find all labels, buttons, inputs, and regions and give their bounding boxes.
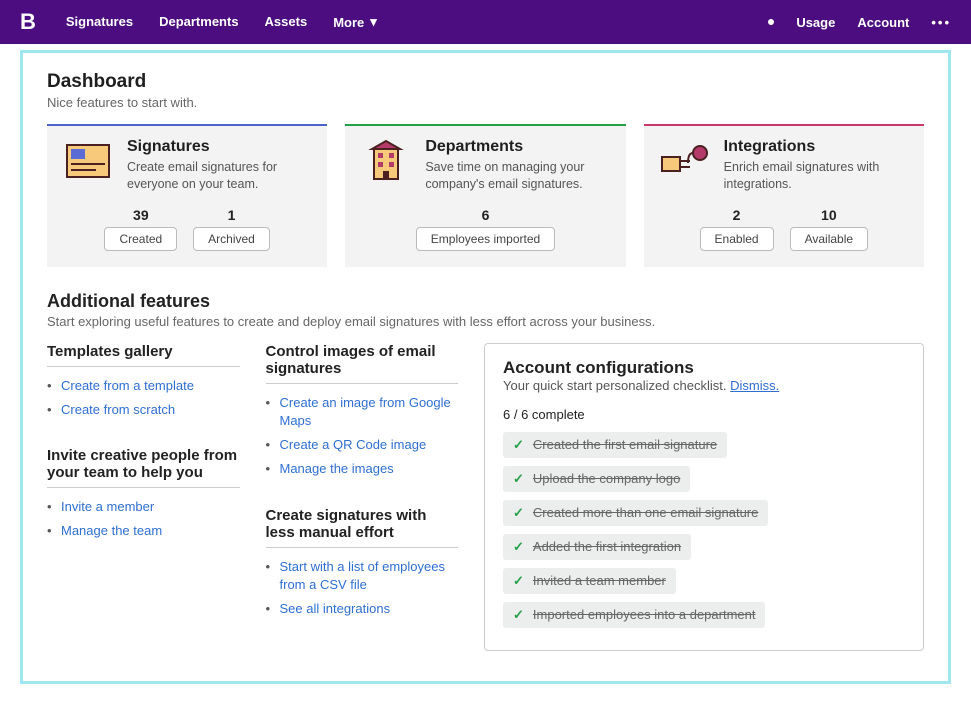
topbar: B Signatures Departments Assets More▾ Us… (0, 0, 971, 44)
link-qr-code[interactable]: Create a QR Code image (280, 437, 427, 452)
block-templates: Templates gallery Create from a template… (47, 343, 240, 425)
check-item: ✓ Added the first integration (503, 534, 691, 560)
link-image-maps[interactable]: Create an image from Google Maps (280, 395, 451, 428)
check-icon: ✓ (513, 539, 524, 555)
link-manage-team[interactable]: Manage the team (61, 523, 162, 538)
nav-departments[interactable]: Departments (159, 14, 238, 30)
card-desc: Save time on managing your company's ema… (425, 159, 609, 193)
check-text: Added the first integration (533, 539, 681, 554)
block-images: Control images of email signatures Creat… (266, 343, 459, 485)
stat-created: 39 Created (104, 207, 177, 251)
stat-num: 39 (104, 207, 177, 223)
nav: Signatures Departments Assets More▾ (66, 14, 377, 30)
check-item: ✓ Created the first email signature (503, 432, 727, 458)
check-icon: ✓ (513, 437, 524, 453)
stat-label[interactable]: Created (104, 227, 177, 251)
stat-archived: 1 Archived (193, 207, 270, 251)
stat-num: 6 (416, 207, 555, 223)
block-effort: Create signatures with less manual effor… (266, 507, 459, 625)
caret-down-icon: ▾ (370, 14, 377, 30)
card-title: Integrations (724, 138, 908, 156)
card-integrations[interactable]: Integrations Enrich email signatures wit… (644, 124, 924, 267)
stat-label[interactable]: Enabled (700, 227, 774, 251)
card-title: Departments (425, 138, 609, 156)
config-title: Account configurations (503, 358, 905, 378)
check-text: Created more than one email signature (533, 505, 758, 520)
block-title: Control images of email signatures (266, 343, 459, 377)
stat-label[interactable]: Available (790, 227, 868, 251)
card-desc: Enrich email signatures with integration… (724, 159, 908, 193)
stat-label[interactable]: Archived (193, 227, 270, 251)
check-icon: ✓ (513, 607, 524, 623)
status-dot-icon (768, 19, 774, 25)
check-text: Invited a team member (533, 573, 666, 588)
stat-available: 10 Available (790, 207, 868, 251)
additional-subtitle: Start exploring useful features to creat… (47, 314, 924, 329)
link-csv[interactable]: Start with a list of employees from a CS… (280, 559, 445, 592)
page-title: Dashboard (47, 71, 924, 93)
nav-more[interactable]: More▾ (333, 14, 377, 30)
link-invite-member[interactable]: Invite a member (61, 499, 154, 514)
link-all-integrations[interactable]: See all integrations (280, 601, 391, 616)
link-create-from-scratch[interactable]: Create from scratch (61, 402, 175, 417)
block-title: Templates gallery (47, 343, 240, 360)
config-panel: Account configurations Your quick start … (484, 343, 924, 651)
config-progress: 6 / 6 complete (503, 407, 905, 422)
check-text: Upload the company logo (533, 471, 680, 486)
config-subtitle: Your quick start personalized checklist. (503, 378, 730, 393)
department-card-icon (361, 138, 411, 184)
check-text: Imported employees into a department (533, 607, 756, 622)
stat-employees: 6 Employees imported (416, 207, 555, 251)
stat-num: 1 (193, 207, 270, 223)
main-frame: Dashboard Nice features to start with. S… (20, 50, 951, 684)
additional-title: Additional features (47, 291, 924, 312)
block-title: Create signatures with less manual effor… (266, 507, 459, 541)
check-icon: ✓ (513, 505, 524, 521)
dismiss-link[interactable]: Dismiss. (730, 378, 779, 393)
topbar-right: Usage Account ••• (768, 15, 951, 30)
block-invite: Invite creative people from your team to… (47, 447, 240, 546)
more-menu-icon[interactable]: ••• (931, 15, 951, 30)
signature-card-icon (63, 138, 113, 184)
check-item: ✓ Invited a team member (503, 568, 676, 594)
integrations-card-icon (660, 138, 710, 184)
card-signatures[interactable]: Signatures Create email signatures for e… (47, 124, 327, 267)
link-manage-images[interactable]: Manage the images (280, 461, 394, 476)
stat-label[interactable]: Employees imported (416, 227, 555, 251)
check-icon: ✓ (513, 471, 524, 487)
stat-enabled: 2 Enabled (700, 207, 774, 251)
check-item: ✓ Created more than one email signature (503, 500, 768, 526)
page-subtitle: Nice features to start with. (47, 95, 924, 110)
block-title: Invite creative people from your team to… (47, 447, 240, 481)
check-text: Created the first email signature (533, 437, 717, 452)
check-icon: ✓ (513, 573, 524, 589)
nav-usage[interactable]: Usage (796, 15, 835, 30)
card-departments[interactable]: Departments Save time on managing your c… (345, 124, 625, 267)
nav-assets[interactable]: Assets (265, 14, 308, 30)
nav-signatures[interactable]: Signatures (66, 14, 133, 30)
logo[interactable]: B (20, 9, 36, 35)
checklist: ✓ Created the first email signature ✓ Uplo… (503, 432, 905, 628)
card-desc: Create email signatures for everyone on … (127, 159, 311, 193)
nav-account[interactable]: Account (857, 15, 909, 30)
card-title: Signatures (127, 138, 311, 156)
link-create-from-template[interactable]: Create from a template (61, 378, 194, 393)
stat-num: 10 (790, 207, 868, 223)
stat-num: 2 (700, 207, 774, 223)
summary-cards: Signatures Create email signatures for e… (47, 124, 924, 267)
check-item: ✓ Upload the company logo (503, 466, 690, 492)
